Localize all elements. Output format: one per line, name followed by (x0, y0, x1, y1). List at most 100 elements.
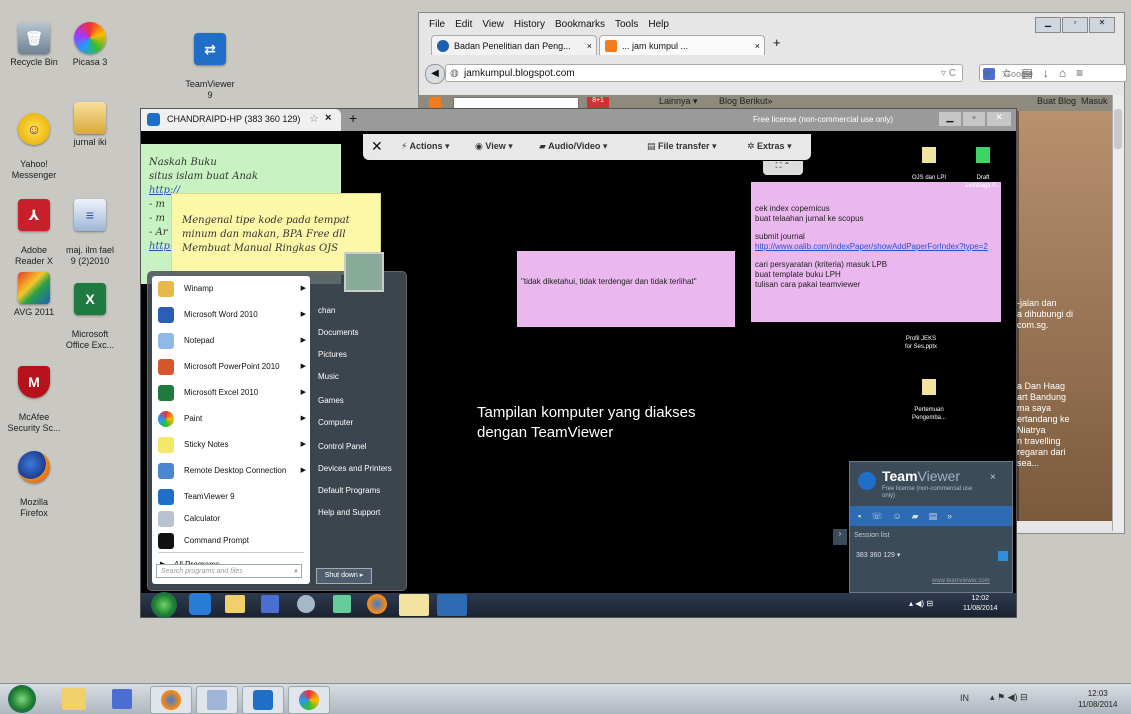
sticky-notes-taskbar-icon[interactable] (399, 594, 429, 616)
recycle-bin-icon[interactable]: 🗑 Recycle Bin (2, 22, 66, 68)
new-tab-icon[interactable]: + (773, 35, 781, 50)
panel-site-link[interactable]: www.teamviewer.com (932, 578, 990, 584)
control-panel-link[interactable]: Control Panel (318, 442, 366, 451)
blog-more-menu[interactable]: Lainnya ▾ (659, 96, 698, 107)
extras-menu[interactable]: ✲ Extras ▾ (747, 141, 792, 152)
audio-video-menu[interactable]: ▰ Audio/Video ▾ (539, 141, 607, 152)
menu-history[interactable]: History (514, 19, 545, 30)
explorer-icon[interactable] (225, 595, 245, 613)
home-icon[interactable]: ⌂ (1059, 66, 1076, 80)
excel-icon[interactable]: X Microsoft Office Exc... (58, 272, 122, 362)
picasa-icon[interactable]: Picasa 3 (58, 22, 122, 68)
view-menu[interactable]: ◉ View ▾ (475, 141, 513, 152)
tab-badan-penelitian[interactable]: Badan Penelitian dan Peng... × (431, 35, 597, 55)
minimize-button[interactable]: ▁ (1035, 17, 1061, 33)
program-sticky-notes[interactable]: Sticky Notes ▶ (152, 434, 312, 456)
menu-help[interactable]: Help (648, 19, 669, 30)
download-icon[interactable]: ↓ (1043, 66, 1059, 80)
url-bar[interactable]: ◍ jamkumpul.blogspot.com ▿ C (445, 64, 963, 82)
program-word[interactable]: Microsoft Word 2010 ▶ (152, 304, 312, 326)
bookmark-star-icon[interactable]: ☆ (1001, 66, 1022, 80)
volume-icon[interactable]: ◀) (1008, 692, 1018, 702)
teamviewer-task[interactable] (242, 686, 284, 714)
chat-icon[interactable]: ▰ (912, 511, 929, 521)
avg-icon[interactable]: AVG 2011 (2, 272, 66, 318)
next-blog-link[interactable]: Blog Berikut» (719, 96, 773, 106)
pink-todo-note[interactable]: cek index copernicus buat telaahan jurna… (751, 182, 1001, 322)
program-notepad[interactable]: Notepad ▶ (152, 330, 312, 352)
tab-jam-kumpul[interactable]: ... jam kumpul ... × (599, 35, 765, 55)
flag-icon[interactable]: ⚑ (997, 692, 1005, 702)
note-link[interactable]: http://www.oalib.com/indexPaper/showAddP… (755, 242, 999, 252)
google-plus-button[interactable]: 8+1 (587, 97, 609, 108)
session-id-row[interactable]: 383 360 129 ▾ (850, 548, 1012, 564)
file-icon[interactable]: ▤ (929, 511, 948, 521)
teamviewer-panel[interactable]: TeamViewer Free license (non-commercial … (849, 461, 1013, 593)
games-link[interactable]: Games (318, 396, 344, 405)
program-powerpoint[interactable]: Microsoft PowerPoint 2010 ▶ (152, 356, 312, 378)
start-button-icon[interactable] (8, 685, 36, 713)
media-player-taskbar-icon[interactable] (112, 689, 132, 709)
pictures-link[interactable]: Pictures (318, 350, 347, 359)
vertical-scrollbar[interactable] (1112, 95, 1124, 531)
pink-quote-note[interactable]: "tidak diketahui, tidak terdengar dan ti… (517, 251, 735, 327)
tray-arrow-icon[interactable]: ▴ (990, 692, 995, 702)
actions-menu[interactable]: ⚡ Actions ▾ (401, 141, 450, 152)
program-command-prompt[interactable]: Command Prompt (152, 530, 312, 552)
computer-link[interactable]: Computer (318, 418, 353, 427)
teamviewer-taskbar-icon[interactable] (437, 594, 467, 616)
network-icon[interactable] (297, 595, 315, 613)
start-search-input[interactable]: Search programs and files ⌕ (156, 564, 302, 578)
devices-printers-link[interactable]: Devices and Printers (318, 464, 392, 473)
tab-close-icon[interactable]: × (587, 36, 592, 55)
reload-icon[interactable]: ▿ C (941, 65, 956, 83)
ie-icon[interactable] (189, 593, 211, 615)
network-tray-icon[interactable]: ⊟ (926, 599, 933, 608)
more-icon[interactable]: » (947, 511, 962, 521)
shutdown-button[interactable]: Shut down ▸ (316, 568, 372, 584)
user-name[interactable]: chan (318, 306, 335, 315)
menu-tools[interactable]: Tools (615, 19, 638, 30)
start-menu[interactable]: Winamp ▶ Microsoft Word 2010 ▶ Notepad ▶ Mi… (147, 252, 407, 591)
remote-icon-pertemuan[interactable]: Pertemuan Pengemba... (899, 371, 959, 430)
bookmarks-list-icon[interactable]: ▤ (1022, 66, 1043, 80)
language-indicator[interactable]: IN (960, 693, 969, 703)
video-icon[interactable]: ▪ (858, 511, 871, 521)
maximize-button[interactable]: ▫ (1062, 17, 1088, 33)
mcafee-icon[interactable]: M McAfee Security Sc... (2, 355, 66, 445)
media-player-icon[interactable] (261, 595, 279, 613)
close-session-icon[interactable]: × (325, 112, 331, 124)
scrollbar-thumb[interactable] (1114, 109, 1122, 149)
back-arrow-icon[interactable]: ◀ (425, 64, 445, 84)
teamviewer-window[interactable]: CHANDRAIPD-HP (383 360 129) ☆ × + Free l… (140, 108, 1017, 618)
program-winamp[interactable]: Winamp ▶ (152, 278, 312, 300)
program-excel[interactable]: Microsoft Excel 2010 ▶ (152, 382, 312, 404)
menu-view[interactable]: View (482, 19, 504, 30)
panel-collapse-arrow-icon[interactable]: › (833, 529, 847, 545)
paint-task[interactable] (288, 686, 330, 714)
adobe-reader-icon[interactable]: ⅄ Adobe Reader X (2, 188, 66, 278)
create-blog-login-links[interactable]: Buat Blog Masuk (1037, 96, 1108, 106)
volume-icon[interactable]: ◀) (915, 599, 924, 608)
phone-icon[interactable]: ☏ (871, 511, 892, 521)
default-programs-link[interactable]: Default Programs (318, 486, 380, 495)
maj-ilm-document-icon[interactable]: ≡ maj. ilm fael 9 (2)2010 (58, 188, 122, 278)
help-support-link[interactable]: Help and Support (318, 508, 380, 517)
file-transfer-menu[interactable]: ▤ File transfer ▾ (647, 141, 717, 152)
remote-icon-draft[interactable]: Draft Lembaga P... (953, 139, 1013, 198)
remote-icon-ojs[interactable]: OJS dan LPI (899, 139, 959, 190)
tray-arrow-icon[interactable]: ▴ (909, 599, 913, 608)
toolbar-collapse-handle[interactable]: ⛶ ⌃ (763, 161, 803, 175)
firefox-task[interactable] (150, 686, 192, 714)
minimize-button[interactable]: ▁ (939, 112, 961, 126)
program-remote-desktop[interactable]: Remote Desktop Connection ▶ (152, 460, 312, 482)
network-icon[interactable]: ⊟ (1020, 692, 1028, 702)
close-button[interactable]: ✕ (987, 112, 1011, 126)
search-icon[interactable]: ⌕ (984, 66, 1001, 80)
panel-close-icon[interactable]: × (990, 472, 996, 483)
close-button[interactable]: ✕ (1089, 17, 1115, 33)
music-link[interactable]: Music (318, 372, 339, 381)
favorite-star-icon[interactable]: ☆ (309, 112, 319, 125)
teamviewer-session-tab[interactable]: CHANDRAIPD-HP (383 360 129) ☆ × (141, 109, 341, 131)
yahoo-messenger-icon[interactable]: ☺ Yahoo! Messenger (2, 102, 66, 192)
